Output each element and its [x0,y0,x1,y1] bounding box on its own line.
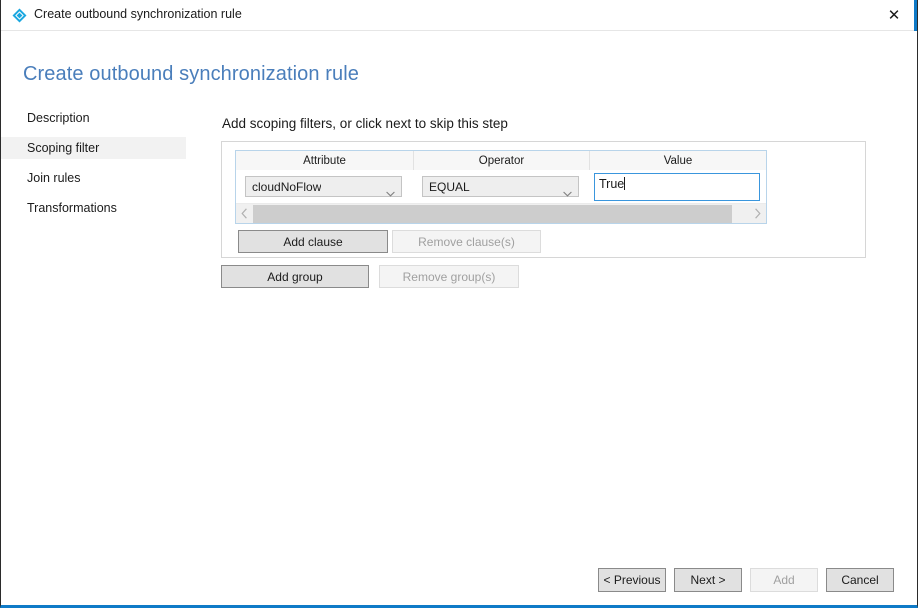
column-header-attribute[interactable]: Attribute [236,151,414,170]
scoping-group-panel: Attribute Operator Value cloudNoFlow EQU… [221,141,866,258]
scroll-left-arrow-icon[interactable] [236,204,253,223]
clause-table-horizontal-scrollbar[interactable] [236,203,766,223]
sidebar-item-scoping-filter[interactable]: Scoping filter [1,137,186,159]
title-bar: Create outbound synchronization rule ✕ [1,0,917,31]
next-button[interactable]: Next > [674,568,742,592]
scrollbar-thumb[interactable] [253,204,732,223]
clause-table: Attribute Operator Value cloudNoFlow EQU… [235,150,767,224]
add-clause-button[interactable]: Add clause [238,230,388,253]
attribute-dropdown-value: cloudNoFlow [252,179,322,194]
content-heading: Add scoping filters, or click next to sk… [222,116,508,131]
chevron-down-icon [386,184,395,197]
add-button[interactable]: Add [750,568,818,592]
remove-group-button[interactable]: Remove group(s) [379,265,519,288]
scrollbar-track[interactable] [253,204,749,223]
sidebar-item-description[interactable]: Description [1,107,201,129]
text-cursor [624,177,626,190]
sidebar-item-label: Description [27,111,90,125]
chevron-down-icon [563,184,572,197]
scroll-right-arrow-icon[interactable] [749,204,766,223]
create-sync-rule-dialog: Create outbound synchronization rule ✕ C… [0,0,918,608]
sidebar-item-label: Scoping filter [27,141,100,155]
close-button[interactable]: ✕ [871,0,917,30]
close-icon: ✕ [887,6,901,24]
value-input-text: True [599,177,625,191]
titlebar-accent [914,0,917,31]
add-group-button[interactable]: Add group [221,265,369,288]
clause-table-header: Attribute Operator Value [236,151,766,170]
sync-rule-diamond-icon [12,8,27,23]
page-title: Create outbound synchronization rule [23,63,360,85]
table-row: cloudNoFlow EQUAL True [236,171,766,203]
column-header-value[interactable]: Value [590,151,766,170]
remove-clause-button[interactable]: Remove clause(s) [392,230,541,253]
previous-button[interactable]: < Previous [598,568,666,592]
sidebar-item-transformations[interactable]: Transformations [1,197,201,219]
cancel-button[interactable]: Cancel [826,568,894,592]
column-header-operator[interactable]: Operator [414,151,590,170]
window-title: Create outbound synchronization rule [34,7,242,21]
wizard-step-nav: Description Scoping filter Join rules Tr… [1,107,201,219]
attribute-dropdown[interactable]: cloudNoFlow [245,176,402,197]
operator-dropdown-value: EQUAL [429,179,470,194]
sidebar-item-join-rules[interactable]: Join rules [1,167,201,189]
dialog-footer: < Previous Next > Add Cancel [598,568,894,592]
sidebar-item-label: Join rules [27,171,81,185]
sidebar-item-label: Transformations [27,201,117,215]
operator-dropdown[interactable]: EQUAL [422,176,579,197]
value-input[interactable]: True [594,173,760,201]
